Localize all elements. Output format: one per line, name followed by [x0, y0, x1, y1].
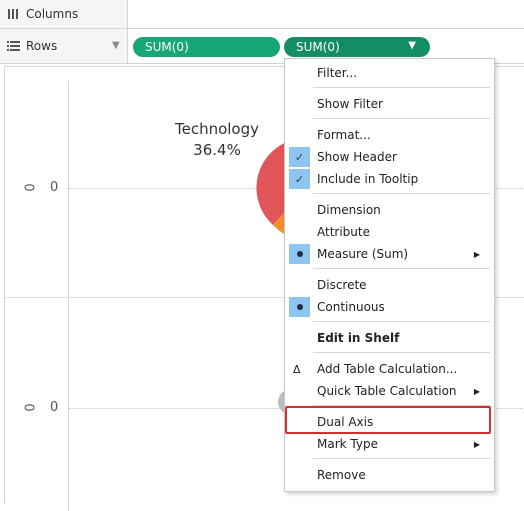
- menu-item-label: Continuous: [317, 300, 385, 314]
- menu-separator: [313, 321, 490, 322]
- menu-item-show-header[interactable]: ✓ Show Header: [285, 146, 494, 168]
- columns-drop-area[interactable]: [129, 0, 524, 28]
- menu-item-label: Show Filter: [317, 97, 383, 111]
- menu-separator: [313, 118, 490, 119]
- menu-item-label: Mark Type: [317, 437, 378, 451]
- menu-item-edit-in-shelf[interactable]: Edit in Shelf: [285, 327, 494, 349]
- menu-item-continuous[interactable]: Continuous: [285, 296, 494, 318]
- menu-item-label: Discrete: [317, 278, 367, 292]
- menu-item-label: Format...: [317, 128, 371, 142]
- menu-item-label: Include in Tooltip: [317, 172, 419, 186]
- menu-item-label: Filter...: [317, 66, 358, 80]
- rows-label: Rows: [26, 39, 58, 53]
- submenu-arrow-icon: ▶: [473, 386, 480, 396]
- menu-item-label: Measure (Sum): [317, 247, 409, 261]
- menu-item-label: Show Header: [317, 150, 397, 164]
- menu-item-include-in-tooltip[interactable]: ✓ Include in Tooltip: [285, 168, 494, 190]
- axis-label: 0: [23, 403, 39, 412]
- menu-separator: [313, 458, 490, 459]
- radio-dot-icon: [289, 244, 310, 264]
- rows-dropdown-caret-icon[interactable]: ▼: [112, 40, 120, 51]
- menu-item-label: Remove: [317, 468, 366, 482]
- columns-icon: [0, 8, 26, 20]
- axis-label: 0: [23, 183, 39, 192]
- menu-item-show-filter[interactable]: Show Filter: [285, 93, 494, 115]
- menu-item-discrete[interactable]: Discrete: [285, 274, 494, 296]
- pill-dropdown-icon[interactable]: ▼: [408, 40, 416, 51]
- menu-item-label: Add Table Calculation...: [317, 362, 458, 376]
- submenu-arrow-icon: ▶: [473, 249, 480, 259]
- rows-pill-sum-1[interactable]: SUM(0): [133, 37, 280, 57]
- menu-item-label: Edit in Shelf: [317, 331, 400, 345]
- check-icon: ✓: [289, 169, 310, 189]
- menu-item-quick-table-calculation[interactable]: Quick Table Calculation ▶: [285, 380, 494, 402]
- menu-item-format[interactable]: Format...: [285, 124, 494, 146]
- menu-item-measure-sum[interactable]: Measure (Sum) ▶: [285, 243, 494, 265]
- menu-item-attribute[interactable]: Attribute: [285, 221, 494, 243]
- menu-item-label: Quick Table Calculation: [317, 384, 457, 398]
- menu-item-add-table-calculation[interactable]: Δ Add Table Calculation...: [285, 358, 494, 380]
- menu-item-filter[interactable]: Filter...: [285, 62, 494, 84]
- radio-dot-icon: [289, 297, 310, 317]
- axis-tick-label: 0: [50, 180, 59, 195]
- delta-icon: Δ: [293, 362, 301, 376]
- submenu-arrow-icon: ▶: [473, 439, 480, 449]
- rows-pill-sum-2[interactable]: SUM(0) ▼: [284, 37, 430, 57]
- columns-shelf: Columns: [0, 0, 524, 29]
- check-icon: ✓: [289, 147, 310, 167]
- menu-item-mark-type[interactable]: Mark Type ▶: [285, 433, 494, 455]
- axis-tick-label: 0: [50, 400, 59, 415]
- menu-separator: [313, 352, 490, 353]
- columns-label: Columns: [26, 7, 79, 21]
- menu-item-remove[interactable]: Remove: [285, 464, 494, 486]
- pie-label-percent: 36.4%: [193, 141, 241, 159]
- pie-label-category: Technology: [174, 120, 260, 138]
- axis-divider: [68, 81, 69, 511]
- dual-axis-highlight-box: [285, 406, 491, 434]
- menu-item-label: Attribute: [317, 225, 370, 239]
- pill-label: SUM(0): [296, 40, 340, 54]
- pill-label: SUM(0): [145, 40, 189, 54]
- menu-item-label: Dimension: [317, 203, 381, 217]
- rows-shelf-label: Rows ▼: [0, 29, 128, 63]
- rows-icon: [0, 40, 26, 52]
- menu-separator: [313, 193, 490, 194]
- menu-separator: [313, 87, 490, 88]
- pie-mark-label: Technology 36.4%: [165, 119, 269, 161]
- columns-shelf-label: Columns: [0, 0, 128, 28]
- menu-separator: [313, 268, 490, 269]
- menu-item-dimension[interactable]: Dimension: [285, 199, 494, 221]
